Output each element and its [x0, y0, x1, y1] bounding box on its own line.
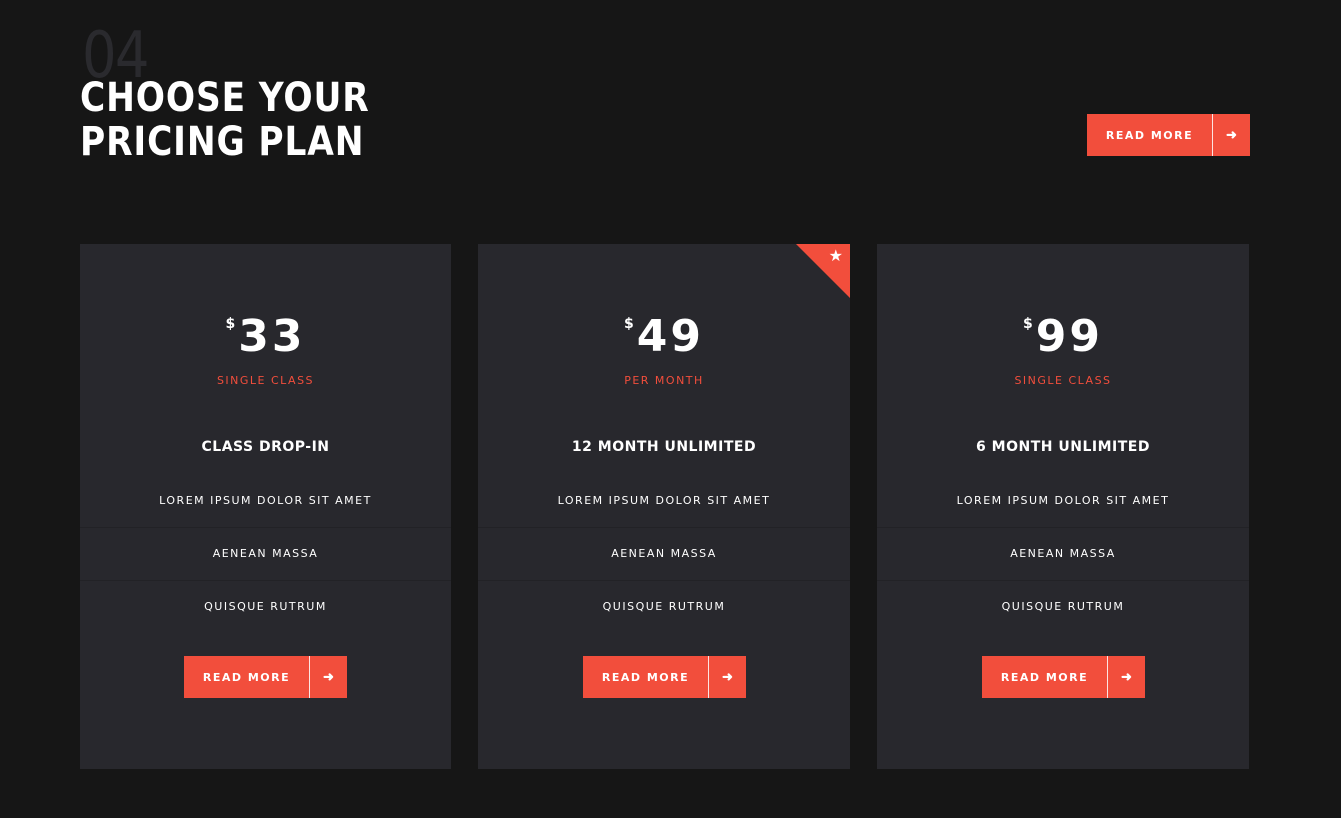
plan-read-more-label: READ MORE	[202, 670, 291, 684]
plan-read-more-label: READ MORE	[601, 670, 690, 684]
feature-item: AENEAN MASSA	[478, 528, 850, 581]
feature-item: LOREM IPSUM DOLOR SIT AMET	[80, 475, 451, 528]
feature-list: LOREM IPSUM DOLOR SIT AMET AENEAN MASSA …	[877, 475, 1249, 633]
plan-name: CLASS DROP-IN	[201, 439, 330, 455]
arrow-right-icon: ➜	[1107, 656, 1145, 698]
header-read-more-button[interactable]: READ MORE ➜	[1087, 114, 1250, 156]
pricing-section: 04 CHOOSE YOUR PRICING PLAN READ MORE ➜ …	[0, 0, 1341, 818]
feature-item: QUISQUE RUTRUM	[602, 600, 726, 613]
plan-read-more-button[interactable]: READ MORE ➜	[982, 656, 1145, 698]
price-currency: $	[225, 316, 236, 332]
feature-item: LOREM IPSUM DOLOR SIT AMET	[478, 475, 850, 528]
page-title-line-1: CHOOSE YOUR	[80, 75, 370, 121]
arrow-right-icon: ➜	[1212, 114, 1250, 156]
price-period: SINGLE CLASS	[1014, 374, 1112, 387]
header-read-more-label: READ MORE	[1105, 128, 1194, 142]
page-title: CHOOSE YOUR PRICING PLAN	[80, 76, 370, 164]
feature-item: LOREM IPSUM DOLOR SIT AMET	[877, 475, 1249, 528]
arrow-right-icon: ➜	[708, 656, 746, 698]
feature-list: LOREM IPSUM DOLOR SIT AMET AENEAN MASSA …	[80, 475, 451, 633]
feature-item: AENEAN MASSA	[80, 528, 451, 581]
price-period: PER MONTH	[624, 374, 704, 387]
price-amount: 49	[636, 311, 704, 362]
plan-read-more-button[interactable]: READ MORE ➜	[583, 656, 746, 698]
plan-name: 12 MONTH UNLIMITED	[571, 439, 757, 455]
plan-name: 6 MONTH UNLIMITED	[976, 439, 1150, 455]
feature-item: QUISQUE RUTRUM	[204, 600, 327, 613]
price-amount: 99	[1035, 311, 1103, 362]
plan-read-more-label: READ MORE	[1000, 670, 1089, 684]
feature-item: QUISQUE RUTRUM	[1001, 600, 1125, 613]
pricing-card-class-drop-in: $33 SINGLE CLASS CLASS DROP-IN LOREM IPS…	[80, 244, 451, 769]
price-period: SINGLE CLASS	[216, 374, 315, 387]
pricing-card-6-month-unlimited: $99 SINGLE CLASS 6 MONTH UNLIMITED LOREM…	[877, 244, 1249, 769]
price-currency: $	[624, 316, 634, 332]
pricing-card-12-month-unlimited: ★ $49 PER MONTH 12 MONTH UNLIMITED LOREM…	[478, 244, 850, 769]
price: $49	[478, 314, 850, 360]
feature-list: LOREM IPSUM DOLOR SIT AMET AENEAN MASSA …	[478, 475, 850, 633]
arrow-right-icon: ➜	[309, 656, 347, 698]
star-icon: ★	[828, 248, 843, 265]
price-amount: 33	[238, 311, 306, 362]
price: $33	[80, 314, 451, 360]
page-title-line-2: PRICING PLAN	[80, 119, 365, 165]
plan-read-more-button[interactable]: READ MORE ➜	[184, 656, 347, 698]
price: $99	[877, 314, 1249, 360]
price-currency: $	[1023, 316, 1033, 332]
feature-item: AENEAN MASSA	[877, 528, 1249, 581]
